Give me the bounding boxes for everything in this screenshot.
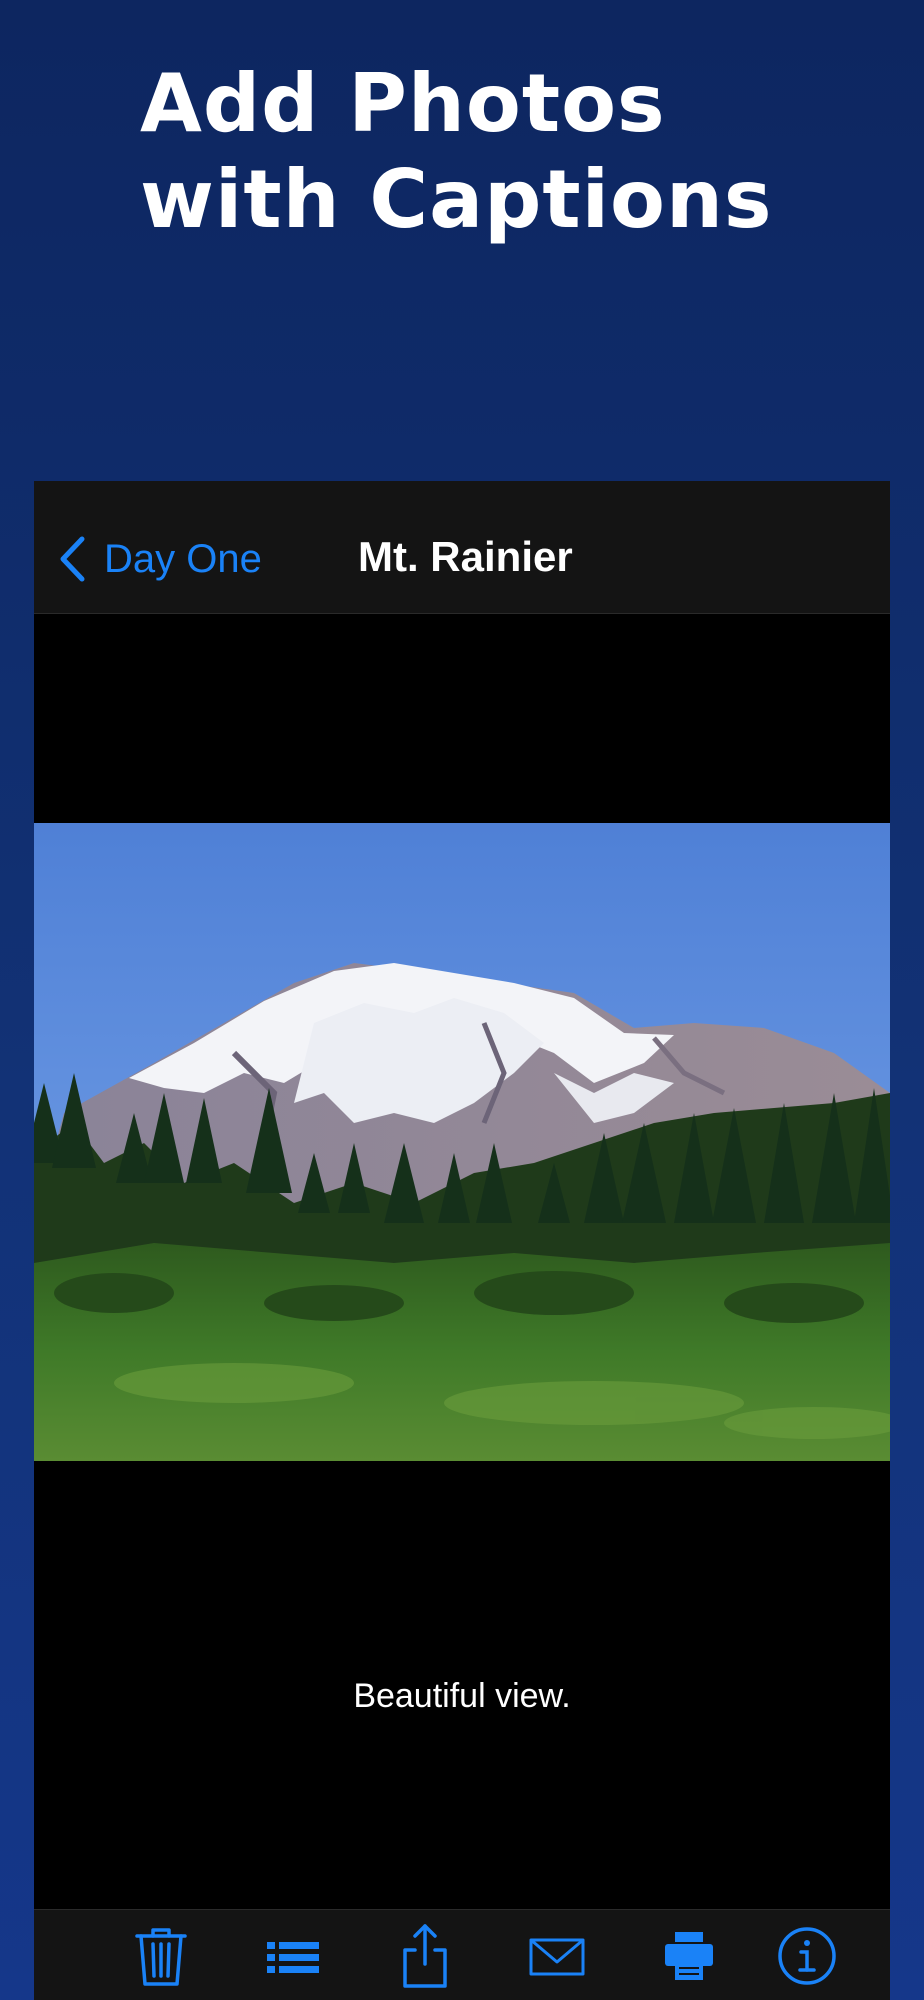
back-button[interactable]: Day One	[58, 529, 262, 589]
bottom-toolbar	[34, 1909, 890, 2000]
print-icon	[665, 1932, 713, 1980]
print-button[interactable]	[657, 1924, 721, 1988]
mail-button[interactable]	[525, 1924, 589, 1988]
share-icon	[403, 1924, 447, 1988]
back-button-label: Day One	[104, 536, 262, 581]
navigation-bar: Day One Mt. Rainier	[34, 481, 890, 614]
trash-icon	[135, 1928, 187, 1986]
entry-photo[interactable]	[34, 823, 890, 1461]
info-button[interactable]	[775, 1924, 839, 1988]
headline-line-1: Add Photos	[140, 57, 666, 150]
share-button[interactable]	[393, 1924, 457, 1988]
info-icon	[778, 1927, 836, 1985]
page-title: Mt. Rainier	[358, 533, 573, 580]
mail-icon	[529, 1938, 585, 1976]
list-icon	[267, 1942, 319, 1973]
mountain-photo-image	[34, 823, 890, 1461]
trash-button[interactable]	[129, 1924, 193, 1988]
app-screen: Day One Mt. Rainier Beautiful view.	[34, 481, 890, 2000]
list-button[interactable]	[261, 1924, 325, 1988]
chevron-left-icon	[60, 536, 85, 582]
promo-headline: Add Photos with Captions	[140, 56, 900, 248]
photo-caption[interactable]: Beautiful view.	[34, 1677, 890, 1716]
headline-line-2: with Captions	[140, 153, 773, 246]
